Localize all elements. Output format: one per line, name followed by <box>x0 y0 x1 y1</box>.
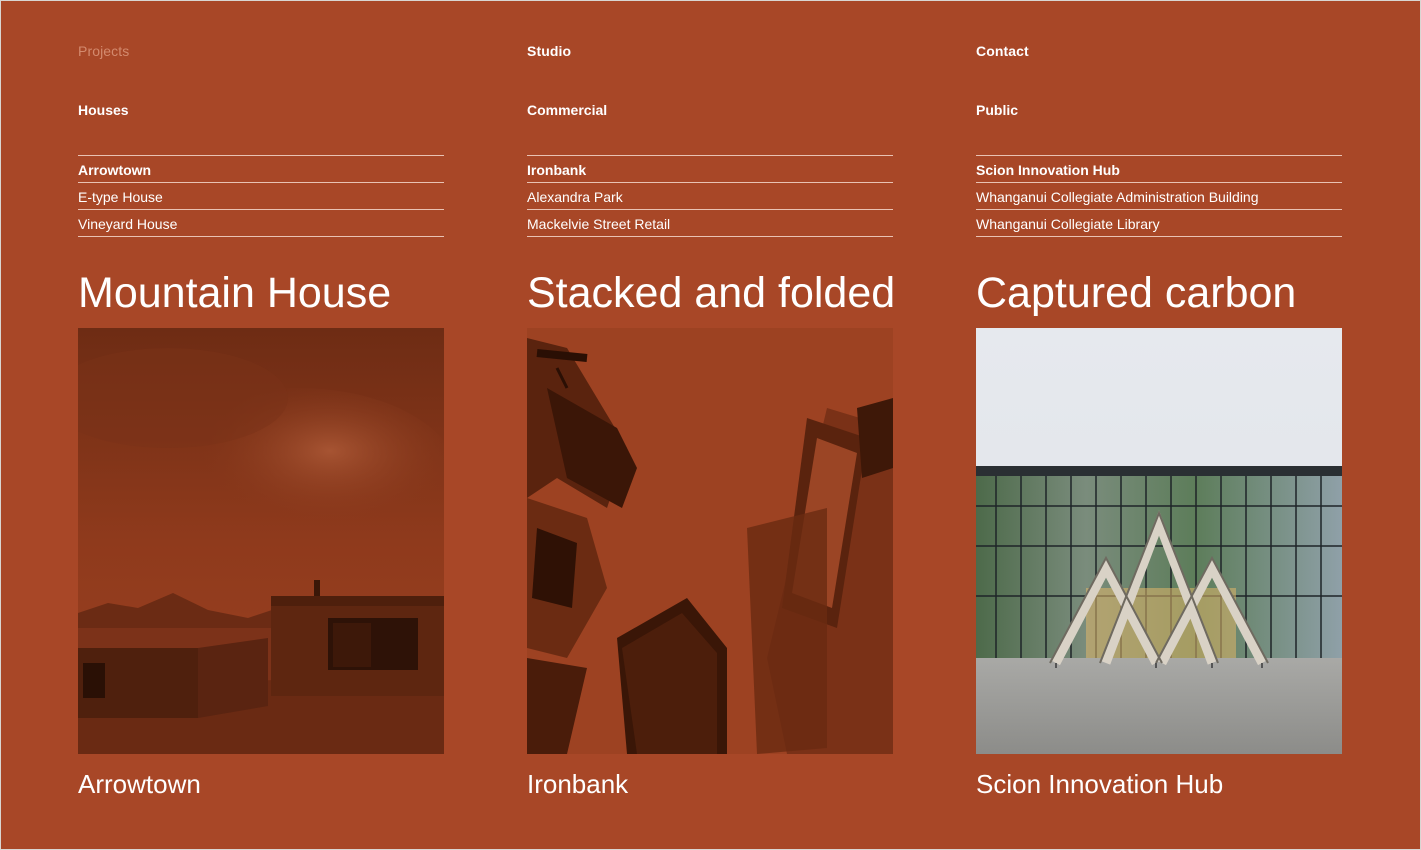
project-caption[interactable]: Ironbank <box>527 768 628 800</box>
list-item-label: Scion Innovation Hub <box>976 162 1120 178</box>
list-item-label: Mackelvie Street Retail <box>527 216 671 232</box>
category-houses[interactable]: Houses <box>78 102 129 118</box>
project-headline: Mountain House <box>78 269 392 317</box>
project-caption[interactable]: Arrowtown <box>78 768 201 800</box>
list-item[interactable]: Ironbank <box>527 156 893 183</box>
list-item[interactable]: E-type House <box>78 183 444 210</box>
photo-ironbank <box>527 328 893 754</box>
nav-projects[interactable]: Projects <box>78 43 129 59</box>
list-item-label: Whanganui Collegiate Library <box>976 216 1160 232</box>
project-list-houses: Arrowtown E-type House Vineyard House <box>78 155 444 237</box>
project-list-commercial: Ironbank Alexandra Park Mackelvie Street… <box>527 155 893 237</box>
list-item[interactable]: Mackelvie Street Retail <box>527 210 893 237</box>
list-item[interactable]: Whanganui Collegiate Administration Buil… <box>976 183 1342 210</box>
project-caption[interactable]: Scion Innovation Hub <box>976 768 1223 800</box>
photo-mountain-house <box>78 328 444 754</box>
list-item[interactable]: Arrowtown <box>78 156 444 183</box>
project-headline: Stacked and folded <box>527 269 896 317</box>
list-item-label: E-type House <box>78 189 163 205</box>
nav-contact[interactable]: Contact <box>976 43 1029 59</box>
list-item-label: Arrowtown <box>78 162 152 178</box>
category-commercial[interactable]: Commercial <box>527 102 607 118</box>
project-image-ironbank[interactable] <box>527 328 893 754</box>
list-item-label: Alexandra Park <box>527 189 623 205</box>
list-item[interactable]: Scion Innovation Hub <box>976 156 1342 183</box>
project-list-public: Scion Innovation Hub Whanganui Collegiat… <box>976 155 1342 237</box>
list-item-label: Whanganui Collegiate Administration Buil… <box>976 189 1259 205</box>
project-image-scion[interactable] <box>976 328 1342 754</box>
project-headline: Captured carbon <box>976 269 1297 317</box>
photo-scion-innovation-hub <box>976 328 1342 754</box>
project-image-arrowtown[interactable] <box>78 328 444 754</box>
list-item[interactable]: Alexandra Park <box>527 183 893 210</box>
list-item[interactable]: Vineyard House <box>78 210 444 237</box>
list-item-label: Ironbank <box>527 162 587 178</box>
nav-studio[interactable]: Studio <box>527 43 571 59</box>
list-item-label: Vineyard House <box>78 216 178 232</box>
list-item[interactable]: Whanganui Collegiate Library <box>976 210 1342 237</box>
category-public[interactable]: Public <box>976 102 1018 118</box>
